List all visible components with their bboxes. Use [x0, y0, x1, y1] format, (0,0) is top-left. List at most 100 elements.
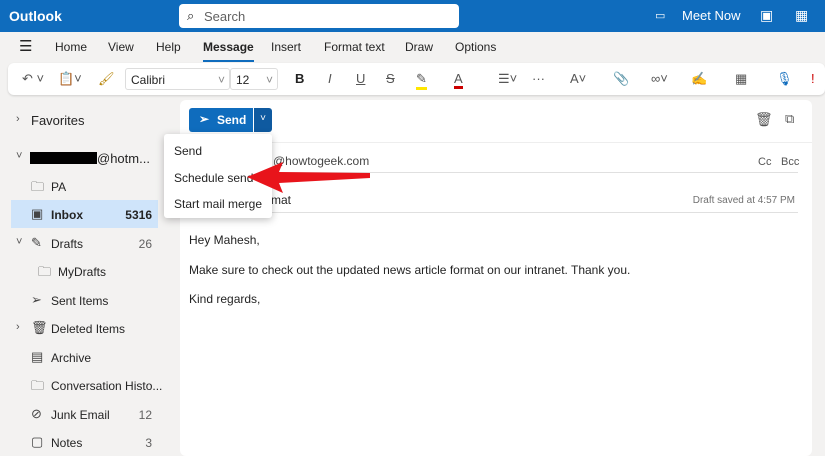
bcc-button[interactable]: Bcc	[781, 156, 799, 168]
app-title[interactable]: Outlook	[9, 8, 62, 24]
tab-help[interactable]: Help	[156, 40, 181, 54]
folder-label: Conversation Histo...	[51, 379, 163, 393]
italic-icon[interactable]: I	[328, 71, 332, 86]
tab-insert[interactable]: Insert	[271, 40, 301, 54]
junk-icon: ⊘	[31, 406, 42, 421]
folder-label: Sent Items	[51, 294, 109, 308]
drafts-icon: ✎	[31, 235, 42, 250]
search-placeholder: Search	[204, 9, 246, 24]
apps-icon[interactable]: ▦	[735, 71, 747, 87]
importance-icon[interactable]: !	[811, 71, 815, 86]
excel-icon[interactable]: ▦	[795, 7, 808, 24]
compose-pane: ➢ Send ˅ 🗑 ⧉ @howtogeek.com Cc Bcc mat Dr…	[180, 100, 812, 456]
chevron-down-icon: ˅	[16, 236, 23, 248]
font-size-value: 12	[236, 73, 250, 87]
attach-icon[interactable]: 📎	[613, 71, 629, 87]
underline-icon[interactable]: U	[356, 71, 365, 86]
folder-junk[interactable]: ⊘ Junk Email 12	[0, 400, 170, 428]
send-label: Send	[217, 113, 247, 127]
folder-notes[interactable]: ▢ Notes 3	[0, 428, 170, 456]
font-select[interactable]: Calibri ˅	[125, 68, 230, 90]
folder-conversation-history[interactable]: 🗀 Conversation Histo...	[0, 371, 170, 399]
trash-icon: 🗑	[31, 320, 48, 335]
tab-format-text[interactable]: Format text	[324, 40, 385, 54]
account-header[interactable]: ˅ @hotm...	[0, 143, 170, 171]
folder-count: 5316	[125, 208, 152, 222]
folder-archive[interactable]: ▤ Archive	[0, 343, 170, 371]
folder-inbox[interactable]: ▣ Inbox 5316	[11, 200, 158, 228]
search-input[interactable]: ⌕ Search	[179, 4, 459, 28]
folder-count: 26	[138, 237, 152, 251]
highlight-icon[interactable]: ✎	[416, 71, 427, 90]
account-label: @hotm...	[97, 151, 150, 166]
folder-label: PA	[51, 180, 67, 194]
send-icon: ➢	[31, 292, 42, 307]
folder-label: Deleted Items	[51, 322, 126, 336]
folder-label: Junk Email	[51, 408, 110, 422]
video-icon: ▭	[655, 10, 666, 22]
folder-icon: 🗀	[31, 179, 45, 194]
folder-label: MyDrafts	[58, 265, 106, 279]
body-line: Hey Mahesh,	[189, 233, 260, 247]
tab-home[interactable]: Home	[55, 40, 87, 54]
meet-now-button[interactable]: Meet Now	[682, 8, 741, 23]
folder-icon: 🗀	[31, 378, 45, 393]
folder-pa[interactable]: 🗀 PA	[0, 172, 170, 200]
folder-label: Archive	[51, 351, 92, 365]
folder-label: Notes	[51, 436, 83, 450]
font-size-select[interactable]: 12 ˅	[230, 68, 278, 90]
folder-mydrafts[interactable]: 🗀 MyDrafts	[0, 257, 170, 285]
folder-sent[interactable]: ➢ Sent Items	[0, 286, 170, 314]
chevron-down-icon: ˅	[16, 150, 23, 162]
archive-icon: ▤	[31, 349, 44, 364]
tab-message[interactable]: Message	[203, 40, 254, 62]
subject-input[interactable]: mat	[271, 193, 291, 207]
redacted-name	[30, 152, 97, 164]
format-painter-icon[interactable]: 🖌	[98, 71, 115, 87]
favorites-header[interactable]: › Favorites	[0, 106, 170, 134]
undo-icon[interactable]: ↶ ˅	[22, 71, 44, 87]
line-spacing-icon[interactable]: ☰˅	[498, 71, 517, 87]
notes-icon: ▢	[31, 434, 44, 449]
teams-icon[interactable]: ▣	[760, 7, 773, 24]
folder-icon: 🗀	[38, 264, 52, 279]
menu-item-schedule-send[interactable]: Schedule send	[174, 171, 253, 185]
hamburger-menu-icon[interactable]: ☰	[19, 37, 32, 55]
menu-item-start-mail-merge[interactable]: Start mail merge	[174, 197, 262, 211]
chevron-right-icon: ›	[16, 321, 20, 333]
dictate-icon[interactable]: 🎙	[776, 71, 793, 87]
bold-icon[interactable]: B	[295, 71, 304, 86]
styles-icon[interactable]: A˅	[570, 71, 586, 86]
folder-count: 3	[145, 436, 152, 450]
discard-icon[interactable]: 🗑	[755, 111, 773, 128]
more-icon[interactable]: ···	[532, 71, 545, 86]
font-value: Calibri	[131, 73, 166, 87]
strikethrough-icon[interactable]: S	[386, 71, 395, 86]
menu-item-send[interactable]: Send	[174, 144, 202, 158]
folder-count: 12	[138, 408, 152, 422]
editor-icon[interactable]: ✍	[691, 71, 707, 87]
annotation-arrow	[247, 162, 370, 193]
font-color-icon[interactable]: A	[454, 71, 463, 89]
ribbon-tabs: ☰ Home View Help Message Insert Format t…	[0, 32, 825, 62]
pop-out-icon[interactable]: ⧉	[785, 111, 794, 127]
folder-drafts[interactable]: ˅ ✎ Drafts 26	[0, 229, 170, 257]
title-bar: Outlook ⌕ Search ▭ Meet Now ▣ ▦	[0, 0, 825, 32]
folder-label: Inbox	[51, 208, 83, 222]
chevron-right-icon: ›	[16, 113, 20, 125]
cc-button[interactable]: Cc	[758, 156, 771, 168]
send-options-dropdown[interactable]: ˅	[254, 108, 272, 132]
inbox-icon: ▣	[31, 206, 44, 221]
link-icon[interactable]: ∞˅	[651, 71, 668, 86]
send-icon: ➢	[199, 112, 210, 126]
folder-deleted[interactable]: › 🗑 Deleted Items	[0, 314, 170, 342]
send-button[interactable]: ➢ Send	[189, 108, 253, 132]
formatting-toolbar: ↶ ˅ 📋˅ 🖌 Calibri ˅ 12 ˅ B I U S ✎ A ☰˅ ···…	[8, 63, 825, 95]
body-line: Make sure to check out the updated news …	[189, 263, 631, 277]
tab-view[interactable]: View	[108, 40, 134, 54]
favorites-label: Favorites	[31, 113, 85, 128]
tab-options[interactable]: Options	[455, 40, 496, 54]
paste-icon[interactable]: 📋˅	[58, 71, 82, 87]
body-line: Kind regards,	[189, 292, 261, 306]
tab-draw[interactable]: Draw	[405, 40, 433, 54]
